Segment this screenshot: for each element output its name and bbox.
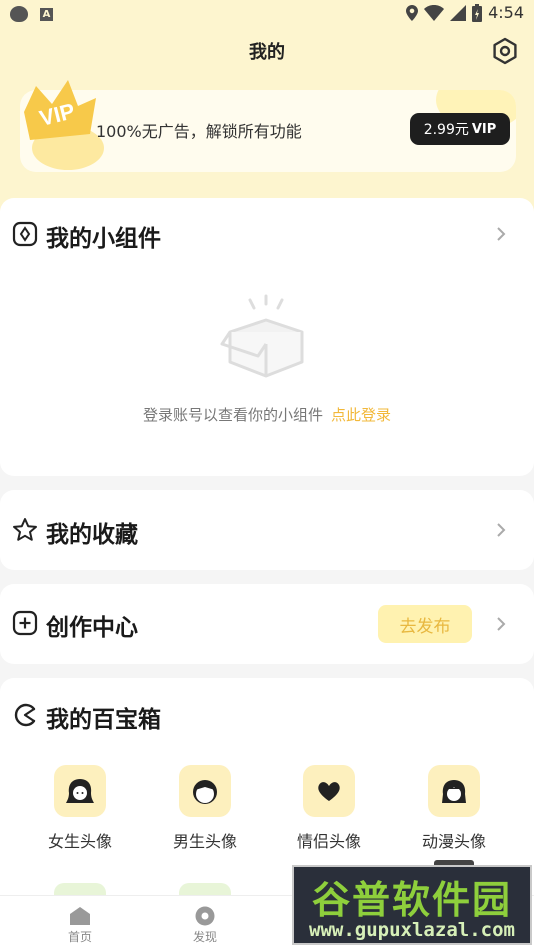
heart-icon bbox=[303, 765, 355, 817]
tool-boy-avatar[interactable]: 男生头像 bbox=[155, 765, 255, 855]
watermark-url: www.gupuxlazal.com bbox=[309, 919, 515, 941]
status-time: 4:54 bbox=[488, 3, 524, 22]
battery-icon bbox=[472, 3, 483, 22]
home-icon bbox=[70, 907, 90, 925]
partial-tool-icon bbox=[179, 883, 231, 895]
vip-price-suffix: VIP bbox=[471, 121, 497, 137]
add-icon bbox=[12, 610, 38, 636]
tool-label: 动漫头像 bbox=[421, 832, 486, 851]
status-bar: A 4:54 bbox=[0, 0, 534, 28]
location-icon bbox=[406, 4, 419, 21]
favorites-chevron-icon[interactable] bbox=[496, 522, 506, 538]
tool-anime-avatar[interactable]: 动漫头像 bbox=[404, 765, 504, 855]
widgets-empty-message: 登录账号以查看你的小组件 点此登录 bbox=[0, 404, 534, 425]
toolbox-title: 我的百宝箱 bbox=[46, 707, 161, 733]
tool-couple-avatar[interactable]: 情侣头像 bbox=[279, 765, 379, 855]
vip-price: 2.99元 bbox=[423, 122, 469, 138]
wifi-icon bbox=[424, 4, 445, 21]
creation-title[interactable]: 创作中心 bbox=[46, 608, 138, 642]
notification-icon bbox=[10, 6, 28, 22]
login-link[interactable]: 点此登录 bbox=[331, 406, 391, 424]
boy-avatar-icon bbox=[179, 765, 231, 817]
nav-discover-label: 发现 bbox=[192, 930, 217, 944]
publish-button[interactable]: 去发布 bbox=[378, 605, 472, 643]
watermark: 谷普软件园 www.gupuxlazal.com bbox=[292, 865, 532, 945]
discover-icon bbox=[195, 906, 215, 926]
notification-a-icon: A bbox=[40, 7, 53, 21]
creation-chevron-icon[interactable] bbox=[496, 616, 506, 632]
empty-box-icon bbox=[220, 294, 304, 378]
tool-girl-avatar[interactable]: 女生头像 bbox=[30, 765, 130, 855]
anime-avatar-icon bbox=[428, 765, 480, 817]
widgets-empty-text: 登录账号以查看你的小组件 bbox=[142, 406, 323, 424]
favorites-title[interactable]: 我的收藏 bbox=[46, 515, 138, 549]
widget-icon bbox=[12, 221, 38, 247]
widgets-title[interactable]: 我的小组件 bbox=[46, 219, 161, 253]
widgets-chevron-icon[interactable] bbox=[496, 226, 506, 242]
toolbox-icon bbox=[14, 703, 36, 727]
signal-icon bbox=[450, 4, 467, 21]
watermark-title: 谷普软件园 bbox=[311, 878, 512, 922]
tool-label: 情侣头像 bbox=[296, 832, 361, 851]
girl-avatar-icon bbox=[54, 765, 106, 817]
tool-label: 男生头像 bbox=[172, 832, 237, 851]
page-title: 我的 bbox=[249, 42, 285, 63]
nav-discover[interactable]: 发现 bbox=[160, 896, 250, 950]
settings-icon[interactable] bbox=[490, 36, 520, 66]
tool-label: 女生头像 bbox=[47, 832, 112, 851]
toolbox-grid: 女生头像 男生头像 情侣头像 动漫头像 bbox=[0, 765, 534, 855]
star-icon bbox=[13, 518, 37, 541]
nav-home[interactable]: 首页 bbox=[35, 896, 125, 950]
vip-purchase-button[interactable]: 2.99元 VIP bbox=[410, 113, 510, 145]
nav-home-label: 首页 bbox=[67, 930, 92, 944]
vip-description: 100%无广告，解锁所有功能 bbox=[96, 122, 302, 141]
partial-tool-icon bbox=[54, 883, 106, 895]
